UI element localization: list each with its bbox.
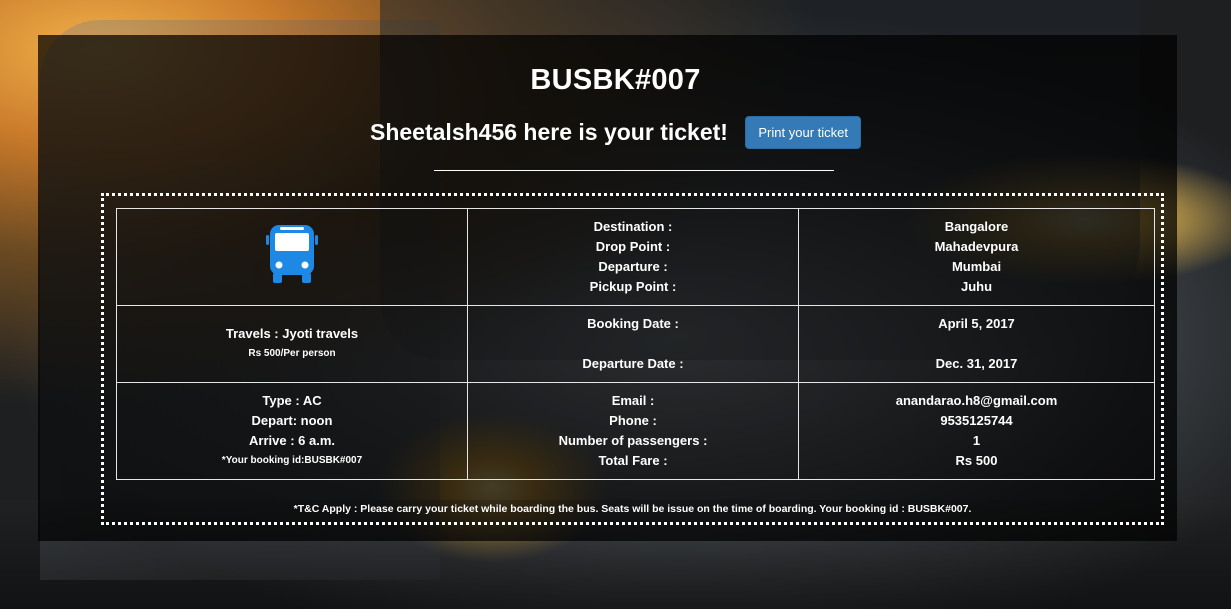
departure-date-value: Dec. 31, 2017 <box>935 356 1018 371</box>
pickup-point-label: Pickup Point : <box>589 279 677 294</box>
bus-icon <box>266 223 318 285</box>
greeting-row: Sheetalsh456 here is your ticket! Print … <box>0 116 1231 149</box>
drop-point-label: Drop Point : <box>595 239 671 254</box>
destination-value: Bangalore <box>944 219 1009 234</box>
travels-name: Travels : Jyoti travels <box>225 326 359 341</box>
arrive-time: Arrive : 6 a.m. <box>249 433 335 448</box>
passengers-value: 1 <box>972 433 981 448</box>
total-fare-label: Total Fare : <box>598 453 668 468</box>
table-row: Type : AC Depart: noon Arrive : 6 a.m. *… <box>116 382 1155 480</box>
travels-cell: Travels : Jyoti travels Rs 500/Per perso… <box>116 305 468 383</box>
greeting-text: Sheetalsh456 here is your ticket! <box>370 119 728 145</box>
pickup-point-value: Juhu <box>960 279 993 294</box>
route-values-cell: Bangalore Mahadevpura Mumbai Juhu <box>798 208 1155 306</box>
route-labels-cell: Destination : Drop Point : Departure : P… <box>467 208 799 306</box>
fare-per-person: Rs 500/Per person <box>248 348 336 359</box>
booking-date-value: April 5, 2017 <box>938 316 1015 331</box>
drop-point-value: Mahadevpura <box>934 239 1019 254</box>
booking-id-note: *Your booking id:BUSBK#007 <box>221 455 363 466</box>
bus-icon-cell <box>116 208 468 306</box>
departure-label: Departure : <box>598 259 668 274</box>
departure-value: Mumbai <box>951 259 1002 274</box>
booking-code-title: BUSBK#007 <box>530 64 701 96</box>
destination-label: Destination : <box>593 219 673 234</box>
phone-label: Phone : <box>609 413 657 428</box>
print-ticket-button[interactable]: Print your ticket <box>745 116 861 149</box>
title-divider <box>434 170 834 171</box>
phone-value: 9535125744 <box>940 413 1013 428</box>
passengers-label: Number of passengers : <box>558 433 708 448</box>
booking-date-label: Booking Date : <box>587 316 679 331</box>
ticket-card: Destination : Drop Point : Departure : P… <box>101 193 1164 525</box>
contact-labels-cell: Email : Phone : Number of passengers : T… <box>467 382 799 480</box>
total-fare-value: Rs 500 <box>955 453 998 468</box>
table-row: Travels : Jyoti travels Rs 500/Per perso… <box>116 305 1155 383</box>
email-label: Email : <box>611 393 655 408</box>
departure-date-label: Departure Date : <box>582 356 684 371</box>
dates-labels-cell: Booking Date : Departure Date : <box>467 305 799 383</box>
depart-time: Depart: noon <box>251 413 333 428</box>
terms-note: *T&C Apply : Please carry your ticket wh… <box>293 503 972 515</box>
contact-values-cell: anandarao.h8@gmail.com 9535125744 1 Rs 5… <box>798 382 1155 480</box>
bus-type: Type : AC <box>262 393 322 408</box>
ticket-table: Destination : Drop Point : Departure : P… <box>116 208 1155 480</box>
dates-values-cell: April 5, 2017 Dec. 31, 2017 <box>798 305 1155 383</box>
email-value: anandarao.h8@gmail.com <box>895 393 1058 408</box>
table-row: Destination : Drop Point : Departure : P… <box>116 208 1155 306</box>
trip-details-cell: Type : AC Depart: noon Arrive : 6 a.m. *… <box>116 382 468 480</box>
